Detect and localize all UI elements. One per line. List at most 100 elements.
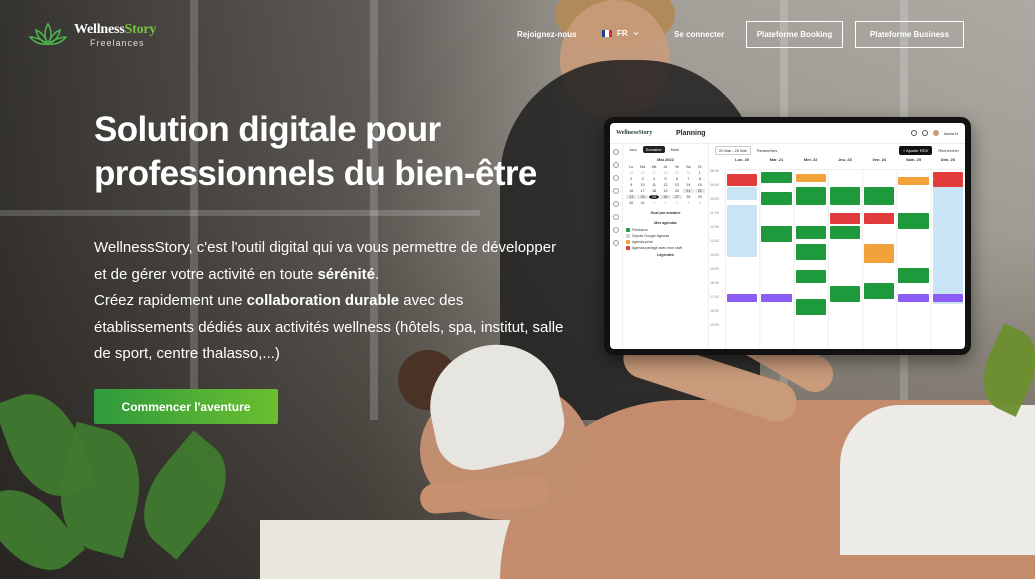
mockup-sidebar: Jour Semaine Mois Mai 2022 Lu Ma Me Je Ve Sa D… (623, 143, 709, 349)
calendar-day: 20 (674, 189, 679, 193)
calendar-day: 3 (641, 177, 644, 181)
hour-label: 11:00 (710, 211, 719, 215)
settings-icon (613, 214, 619, 220)
weekday-label: Je (663, 165, 668, 169)
calendar-day: 2 (630, 177, 633, 181)
towel (840, 405, 1035, 555)
calendar-day: 1 (653, 201, 656, 205)
agenda-label: Freelance (632, 228, 648, 232)
calendar-icon (613, 162, 619, 168)
mockup-user-name: Alaria B. (943, 130, 959, 136)
calendar-event (795, 270, 826, 284)
calendar-day: 16 (629, 189, 634, 193)
chart-icon (613, 201, 619, 207)
calendar-event (795, 226, 826, 240)
calendar-day: 5 (664, 177, 667, 181)
calendar-event (761, 171, 792, 184)
hero-title-line2: professionnels du bien-être (94, 154, 537, 193)
calendar-day: 17 (640, 189, 645, 193)
view-switch: Jour Semaine Mois (626, 146, 705, 153)
hour-label: 10:00 (710, 197, 719, 201)
hour-label: 15:00 (710, 267, 719, 271)
calendar-day: 27 (671, 195, 683, 199)
calendar-event (727, 174, 758, 186)
brand-subtitle: Freelances (90, 37, 145, 48)
calendar-day: 24 (637, 195, 648, 199)
day-header: Ven. 24 (872, 157, 887, 162)
goal-title: Goal par semaine (650, 211, 681, 215)
hero-text-bold: sérénité (317, 265, 376, 283)
view-month: Mois (670, 147, 680, 152)
agenda-item: Agenda partagé avec mon staff (626, 246, 705, 250)
calendar-event (864, 187, 895, 206)
hero-text-part: . (375, 265, 380, 283)
nav-login-link[interactable]: Se connecter (674, 30, 724, 39)
calendar-day: 30 (686, 171, 691, 175)
hour-label: 14:00 (710, 253, 719, 257)
calendar-event (898, 293, 929, 302)
hero-text-part: Créez rapidement une (94, 292, 247, 310)
language-label: FR (617, 29, 628, 38)
calendar-day: 25 (629, 171, 634, 175)
business-platform-button[interactable]: Plateforme Business (855, 21, 964, 48)
hour-label: 13:00 (710, 239, 719, 243)
weekday-label: Ma (640, 165, 646, 169)
hour-labels: 08:00 09:00 10:00 11:00 12:00 13:00 14:00 15:00… (709, 169, 726, 327)
agenda-color-swatch (626, 246, 630, 250)
start-adventure-button[interactable]: Commencer l'aventure (94, 389, 278, 424)
calendar-day: 15 (697, 183, 702, 187)
calendar-day: 26 (660, 195, 671, 199)
agendas-title: Mes agendas (654, 221, 677, 225)
hero-title: Solution digitale pour professionnels du… (94, 108, 574, 196)
user-icon (613, 188, 619, 194)
calendar-event (727, 205, 758, 258)
chevron-down-icon (633, 32, 638, 36)
calendar-event (795, 187, 826, 206)
mockup-user: Alaria B. (910, 130, 959, 136)
calendar-event (932, 171, 963, 180)
mail-icon (613, 227, 619, 233)
calendar-day: 14 (686, 183, 691, 187)
brand-logo[interactable]: WellnessStory Freelances (28, 20, 156, 50)
calendar-event (795, 244, 826, 260)
agenda-label: Agenda privé (632, 240, 654, 244)
agenda-list: Freelance Depuis Google Agenda Agenda priv… (626, 228, 705, 250)
language-selector[interactable]: FR (602, 29, 639, 38)
agenda-label: Agenda partagé avec mon staff (632, 246, 682, 250)
calendar-day: 28 (663, 171, 668, 175)
calendar-day: 12 (663, 183, 668, 187)
calendar-day: 30 (629, 201, 634, 205)
add-appointment-button: + Ajouter RDV (898, 145, 933, 155)
agenda-item: Freelance (626, 228, 705, 232)
calendar-day: 5 (698, 201, 701, 205)
lotus-icon (28, 22, 68, 46)
weekday-label: Me (651, 165, 657, 169)
calendar-event (795, 174, 826, 182)
calendar-day: 19 (663, 189, 668, 193)
weekday-label: Di (698, 165, 702, 169)
calendar-day: 7 (687, 177, 690, 181)
help-icon (613, 240, 619, 246)
view-week: Semaine (642, 146, 665, 153)
day-header: Dim. 26 (940, 157, 955, 162)
day-header: Sam. 25 (905, 157, 922, 162)
calendar-day: 26 (640, 171, 645, 175)
mockup-page-title: Planning (676, 129, 706, 137)
mini-calendar-month: Mai 2022 (657, 157, 674, 162)
calendar-day: 27 (652, 171, 657, 175)
weekday-label: Lu (629, 165, 634, 169)
params-link: Paramètres (756, 147, 778, 153)
mockup-header: WellnessStory Planning Alaria B. (610, 123, 965, 144)
hour-label: 18:00 (710, 309, 719, 313)
nav-join-link[interactable]: Rejoignez-nous (517, 30, 577, 39)
mockup-screen: WellnessStory Planning Alaria B. Jour Se… (610, 123, 965, 349)
calendar-day: 8 (698, 177, 701, 181)
refresh-icon (921, 130, 928, 136)
booking-platform-button[interactable]: Plateforme Booking (746, 21, 843, 48)
day-header: Mer. 22 (803, 157, 818, 162)
week-grid (725, 169, 965, 349)
calendar-day: 4 (687, 201, 690, 205)
calendar-event (829, 213, 861, 224)
mockup-body: Jour Semaine Mois Mai 2022 Lu Ma Me Je Ve Sa D… (610, 143, 965, 349)
calendar-event (761, 192, 792, 206)
